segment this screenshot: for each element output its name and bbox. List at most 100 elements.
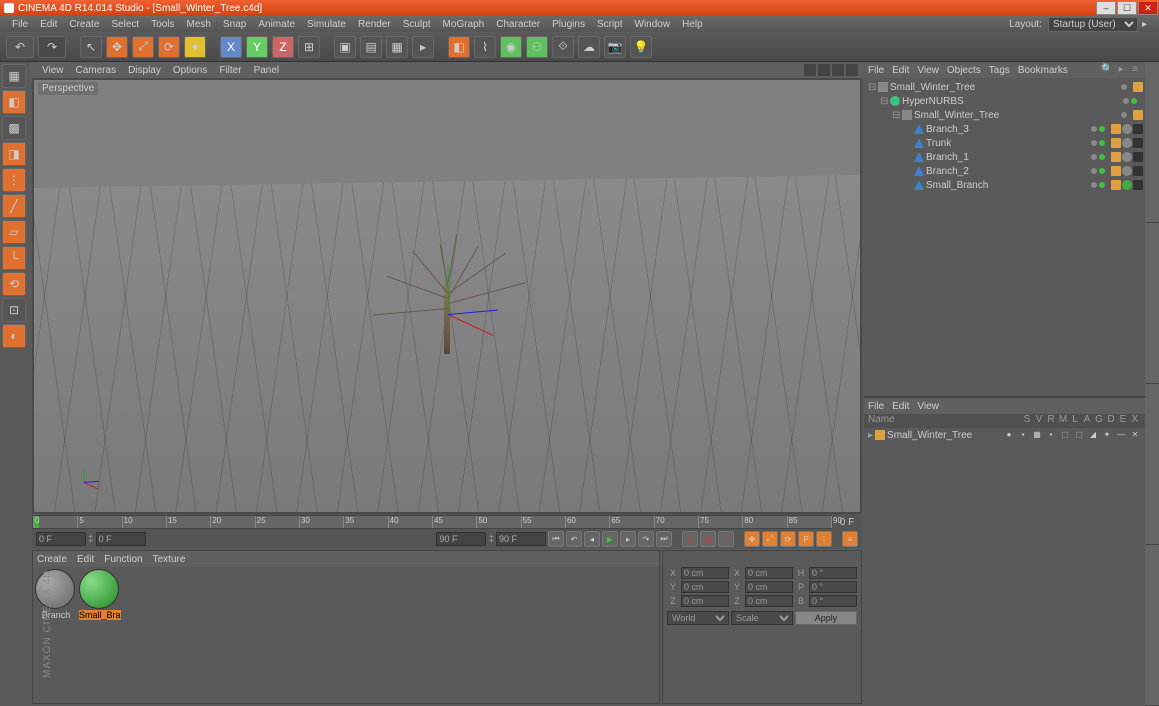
spline-primitive[interactable]: ⌇	[474, 36, 496, 58]
timeline-end-field[interactable]	[436, 532, 486, 546]
render-dot[interactable]	[1099, 168, 1105, 174]
view-menu-view[interactable]: View	[36, 65, 70, 76]
menu-snap[interactable]: Snap	[217, 19, 252, 30]
obj-menu-objects[interactable]: Objects	[947, 65, 981, 76]
tree-toggle-icon[interactable]: ⊟	[892, 110, 900, 121]
menu-help[interactable]: Help	[676, 19, 709, 30]
menu-create[interactable]: Create	[63, 19, 105, 30]
tab-content-browser[interactable]	[1145, 62, 1159, 223]
tag-icon[interactable]	[1133, 138, 1143, 148]
tag-icon[interactable]	[1111, 152, 1121, 162]
coord-mode-select[interactable]: World	[667, 611, 729, 625]
axis-x-button[interactable]: X	[220, 36, 242, 58]
param-key-button[interactable]: P	[798, 531, 814, 547]
axis-z-button[interactable]: Z	[272, 36, 294, 58]
coord-system-button[interactable]: ⊞	[298, 36, 320, 58]
coord-p-rot[interactable]	[809, 581, 857, 593]
layout-select[interactable]: Startup (User)	[1048, 17, 1138, 32]
goto-start-button[interactable]: ⏮	[548, 531, 564, 547]
tab-object[interactable]	[1145, 384, 1159, 545]
tag-icon[interactable]	[1122, 166, 1132, 176]
layer-flag[interactable]: ⬚	[1059, 430, 1071, 440]
visibility-dot[interactable]	[1091, 140, 1097, 146]
render-picture-button[interactable]: ▦	[386, 36, 408, 58]
visibility-dot[interactable]	[1091, 168, 1097, 174]
layer-flag[interactable]: ✕	[1129, 430, 1141, 440]
coord-z-pos[interactable]	[681, 595, 729, 607]
object-name[interactable]: Small_Winter_Tree	[890, 82, 975, 93]
menu-window[interactable]: Window	[629, 19, 677, 30]
deformer-button[interactable]: ⟐	[552, 36, 574, 58]
coord-y-size[interactable]	[745, 581, 793, 593]
tag-icon[interactable]	[1133, 166, 1143, 176]
coord-h-rot[interactable]	[809, 567, 857, 579]
close-button[interactable]: ✕	[1138, 1, 1158, 15]
layout-options-icon[interactable]: ▸	[1138, 19, 1153, 30]
light-button[interactable]: 💡	[630, 36, 652, 58]
tree-toggle-icon[interactable]: ⊟	[880, 96, 888, 107]
visibility-dot[interactable]	[1091, 154, 1097, 160]
menu-render[interactable]: Render	[352, 19, 397, 30]
menu-tools[interactable]: Tools	[145, 19, 180, 30]
mat-menu-texture[interactable]: Texture	[153, 554, 186, 565]
keyframe-sel-button[interactable]: ?	[718, 531, 734, 547]
goto-prev-key-button[interactable]: ↶	[566, 531, 582, 547]
tag-icon[interactable]	[1111, 138, 1121, 148]
environment-button[interactable]: ☁	[578, 36, 600, 58]
tweak-mode-button[interactable]: ⟲	[2, 272, 26, 296]
make-editable-button[interactable]: ▦	[2, 64, 26, 88]
object-row[interactable]: ⊟HyperNURBS	[866, 94, 1143, 108]
coord-x-pos[interactable]	[681, 567, 729, 579]
pos-key-button[interactable]: ✥	[744, 531, 760, 547]
layer-flag[interactable]: ▪	[1045, 430, 1057, 440]
menu-mograph[interactable]: MoGraph	[437, 19, 491, 30]
visibility-dot[interactable]	[1091, 182, 1097, 188]
axis-mode-button[interactable]: └	[2, 246, 26, 270]
search-icon[interactable]: 🔍	[1101, 64, 1113, 76]
path-icon[interactable]: ▸	[1115, 64, 1127, 76]
polygon-mode-button[interactable]: ▱	[2, 220, 26, 244]
tag-icon[interactable]	[1133, 124, 1143, 134]
object-row[interactable]: ⊟ Small_Winter_Tree	[866, 108, 1143, 122]
render-dot[interactable]	[1099, 140, 1105, 146]
coord-x-size[interactable]	[745, 567, 793, 579]
array-generator[interactable]: ⚇	[526, 36, 548, 58]
layer-color-swatch[interactable]	[875, 430, 885, 440]
obj-menu-tags[interactable]: Tags	[989, 65, 1010, 76]
render-settings-button[interactable]: ▸	[412, 36, 434, 58]
layer-flag[interactable]: ▦	[1031, 430, 1043, 440]
view-menu-options[interactable]: Options	[167, 65, 213, 76]
object-name[interactable]: Branch_1	[926, 152, 969, 163]
maximize-button[interactable]: ☐	[1117, 1, 1137, 15]
workplane-button[interactable]: ◨	[2, 142, 26, 166]
viewport-nav-toggle-icon[interactable]	[846, 64, 858, 76]
record-button[interactable]: ●	[682, 531, 698, 547]
next-frame-button[interactable]: ▸	[620, 531, 636, 547]
menu-file[interactable]: File	[6, 19, 34, 30]
object-row[interactable]: Branch_1	[866, 150, 1143, 164]
autokey-button[interactable]: ◉	[700, 531, 716, 547]
obj-menu-file[interactable]: File	[868, 65, 884, 76]
visibility-dot[interactable]	[1123, 98, 1129, 104]
rot-key-button[interactable]: ⟳	[780, 531, 796, 547]
animation-options-button[interactable]: ≡	[842, 531, 858, 547]
object-tree[interactable]: ⊟Small_Winter_Tree⊟HyperNURBS⊟Small_Wint…	[864, 78, 1145, 396]
nurbs-generator[interactable]: ◉	[500, 36, 522, 58]
object-name[interactable]: Small_Winter_Tree	[914, 110, 999, 121]
viewport-nav-move-icon[interactable]	[804, 64, 816, 76]
object-name[interactable]: Branch_3	[926, 124, 969, 135]
layer-row[interactable]: ▸Small_Winter_Tree●▪▦▪⬚⬚◢✦—✕	[864, 428, 1145, 442]
object-row[interactable]: ⊟Small_Winter_Tree	[866, 80, 1143, 94]
axis-y-button[interactable]: Y	[246, 36, 268, 58]
render-view-button[interactable]: ▣	[334, 36, 356, 58]
layer-menu-file[interactable]: File	[868, 401, 884, 412]
pla-key-button[interactable]: ⋮	[816, 531, 832, 547]
texture-mode-button[interactable]: ▩	[2, 116, 26, 140]
material-item[interactable]: Small_Bran	[79, 569, 121, 620]
timeline-ruler[interactable]: 051015202530354045505560657075808590	[32, 515, 832, 529]
menu-mesh[interactable]: Mesh	[181, 19, 217, 30]
tag-icon[interactable]	[1122, 152, 1132, 162]
menu-sculpt[interactable]: Sculpt	[397, 19, 437, 30]
tab-structure[interactable]	[1145, 223, 1159, 384]
render-region-button[interactable]: ▤	[360, 36, 382, 58]
